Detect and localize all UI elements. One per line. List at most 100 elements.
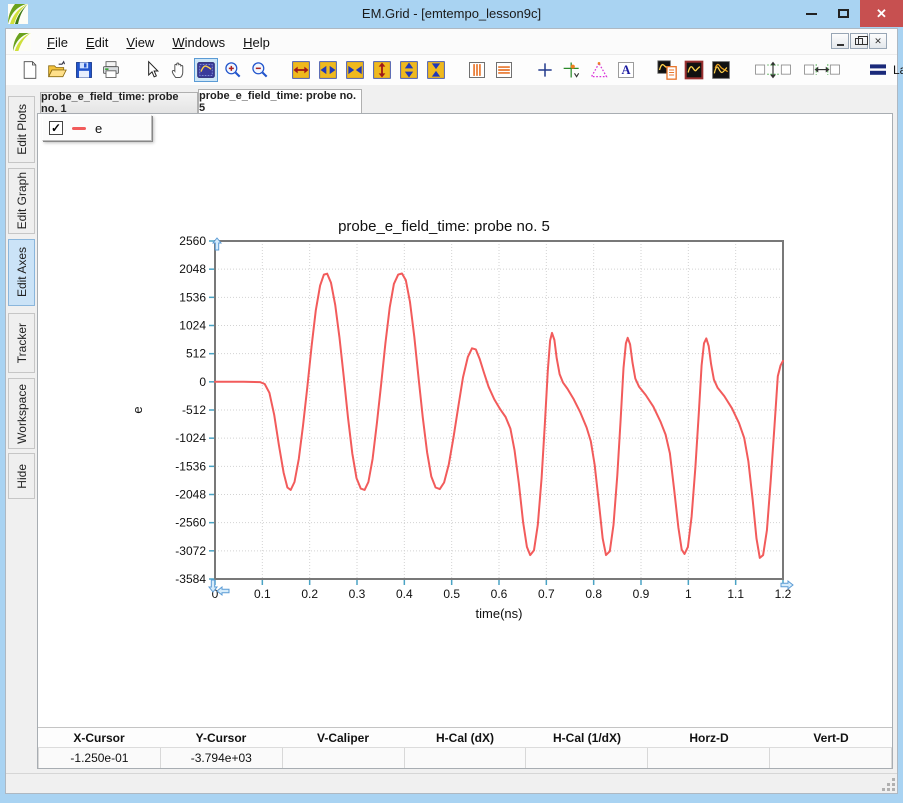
- shrink-x-icon[interactable]: [343, 58, 367, 82]
- document-logo-icon: [13, 33, 31, 51]
- svg-text:-1024: -1024: [175, 431, 206, 445]
- crosshair-icon[interactable]: [533, 58, 557, 82]
- svg-text:2560: 2560: [179, 234, 206, 248]
- svg-text:0.4: 0.4: [396, 587, 413, 601]
- chart-title: probe_e_field_time: probe no. 5: [338, 218, 550, 235]
- svg-text:1024: 1024: [179, 319, 206, 333]
- menubar: FileEditViewWindowsHelp ✕: [6, 29, 897, 55]
- svg-text:1.1: 1.1: [727, 587, 744, 601]
- cursor-col-value: [770, 748, 892, 768]
- stretch-y-icon[interactable]: [397, 58, 421, 82]
- cursor-col-value: [526, 748, 648, 768]
- svg-text:512: 512: [186, 347, 206, 361]
- statusbar: [6, 773, 897, 793]
- sidebar-item-edit-axes[interactable]: Edit Axes: [8, 239, 35, 306]
- cursor-col-value: [405, 748, 527, 768]
- sidebar-item-workspace[interactable]: Workspace: [8, 378, 35, 449]
- cursor-icon[interactable]: [140, 58, 164, 82]
- close-icon: ✕: [876, 6, 887, 22]
- single-plot-icon[interactable]: [682, 58, 706, 82]
- sidebar: Edit Plots Edit Graph Edit Axes Tracker Work…: [6, 85, 36, 773]
- close-button[interactable]: ✕: [860, 0, 903, 27]
- svg-text:0.1: 0.1: [254, 587, 271, 601]
- sidebar-item-edit-graph[interactable]: Edit Graph: [8, 168, 35, 234]
- zoom-in-icon[interactable]: [221, 58, 245, 82]
- tab-1[interactable]: probe_e_field_time: probe no. 1: [40, 92, 198, 113]
- svg-text:0.7: 0.7: [538, 587, 555, 601]
- menu-edit[interactable]: Edit: [77, 31, 117, 54]
- mdi-restore-icon: [855, 38, 863, 45]
- toolbar: ALayout: [6, 55, 897, 85]
- x-axis-label: time(ns): [476, 606, 523, 621]
- sidebar-item-label: Edit Graph: [15, 172, 29, 229]
- shrink-y-icon[interactable]: [424, 58, 448, 82]
- svg-text:0.9: 0.9: [633, 587, 650, 601]
- mdi-restore-button[interactable]: [850, 33, 868, 49]
- menu-file[interactable]: File: [38, 31, 77, 54]
- svg-text:-1536: -1536: [175, 459, 206, 473]
- v-spacing-icon[interactable]: [750, 58, 796, 82]
- svg-text:-512: -512: [182, 403, 206, 417]
- h-spacing-icon[interactable]: [799, 58, 845, 82]
- caliper-icon[interactable]: [587, 58, 611, 82]
- plot-legend-icon[interactable]: [655, 58, 679, 82]
- maximize-button[interactable]: [829, 0, 857, 27]
- sidebar-item-label: Hide: [15, 464, 29, 489]
- cursor-col-header: V-Caliper: [282, 728, 404, 747]
- tab-2[interactable]: probe_e_field_time: probe no. 5: [198, 89, 362, 113]
- mdi-close-icon: ✕: [874, 36, 882, 47]
- menu-help[interactable]: Help: [234, 31, 279, 54]
- mdi-minimize-icon: [837, 44, 844, 46]
- cursor-col-header: H-Cal (dX): [404, 728, 526, 747]
- open-file-icon[interactable]: [45, 58, 69, 82]
- svg-text:-3072: -3072: [175, 544, 206, 558]
- svg-text:-2560: -2560: [175, 516, 206, 530]
- sidebar-item-edit-plots[interactable]: Edit Plots: [8, 96, 35, 163]
- cursor-col-header: Vert-D: [770, 728, 892, 747]
- minimize-button[interactable]: [797, 0, 825, 27]
- menu-items: FileEditViewWindowsHelp: [38, 29, 279, 55]
- workspace: Edit Plots Edit Graph Edit Axes Tracker Work…: [6, 85, 897, 773]
- layout-dropdown[interactable]: Layout: [862, 60, 903, 80]
- menu-view[interactable]: View: [117, 31, 163, 54]
- expand-y-icon[interactable]: [370, 58, 394, 82]
- svg-text:0.5: 0.5: [443, 587, 460, 601]
- plot-area: ✓ e 25602048153610245120-512-1024-1536-2…: [37, 113, 893, 769]
- cursor-table-header-row: X-CursorY-CursorV-CaliperH-Cal (dX)H-Cal…: [38, 728, 892, 747]
- pan-icon[interactable]: [167, 58, 191, 82]
- zoom-box-icon[interactable]: [194, 58, 218, 82]
- horizontal-grid-icon[interactable]: [492, 58, 516, 82]
- plot-window: probe_e_field_time: probe no. 1probe_e_f…: [36, 86, 894, 771]
- sidebar-item-label: Tracker: [15, 323, 29, 363]
- mdi-minimize-button[interactable]: [831, 33, 849, 49]
- menu-windows[interactable]: Windows: [163, 31, 234, 54]
- cursor-col-value: -3.794e+03: [161, 748, 283, 768]
- expand-x-icon[interactable]: [289, 58, 313, 82]
- minimize-icon: [806, 13, 817, 15]
- cursor-col-value: [648, 748, 770, 768]
- cursor-col-value: -1.250e-01: [38, 748, 161, 768]
- svg-text:0.8: 0.8: [585, 587, 602, 601]
- svg-text:-3584: -3584: [175, 572, 206, 586]
- svg-text:1: 1: [685, 587, 692, 601]
- tracker-icon[interactable]: [560, 58, 584, 82]
- sidebar-item-label: Edit Plots: [15, 104, 29, 155]
- cursor-col-header: Y-Cursor: [160, 728, 282, 747]
- zoom-out-icon[interactable]: [248, 58, 272, 82]
- text-annotation-icon[interactable]: A: [614, 58, 638, 82]
- main-panel: FileEditViewWindowsHelp ✕ ALayout Edit P…: [5, 28, 898, 794]
- svg-text:2048: 2048: [179, 262, 206, 276]
- mdi-close-button[interactable]: ✕: [869, 33, 887, 49]
- svg-text:1.2: 1.2: [775, 587, 792, 601]
- new-file-icon[interactable]: [18, 58, 42, 82]
- resize-grip-icon[interactable]: [881, 777, 895, 791]
- vertical-grid-icon[interactable]: [465, 58, 489, 82]
- print-icon[interactable]: [99, 58, 123, 82]
- sidebar-item-hide[interactable]: Hide: [8, 453, 35, 499]
- layout-bars-icon: [868, 62, 888, 78]
- stretch-x-icon[interactable]: [316, 58, 340, 82]
- multi-plot-icon[interactable]: [709, 58, 733, 82]
- save-icon[interactable]: [72, 58, 96, 82]
- sidebar-item-tracker[interactable]: Tracker: [8, 313, 35, 373]
- window-title: EM.Grid - [emtempo_lesson9c]: [0, 6, 903, 21]
